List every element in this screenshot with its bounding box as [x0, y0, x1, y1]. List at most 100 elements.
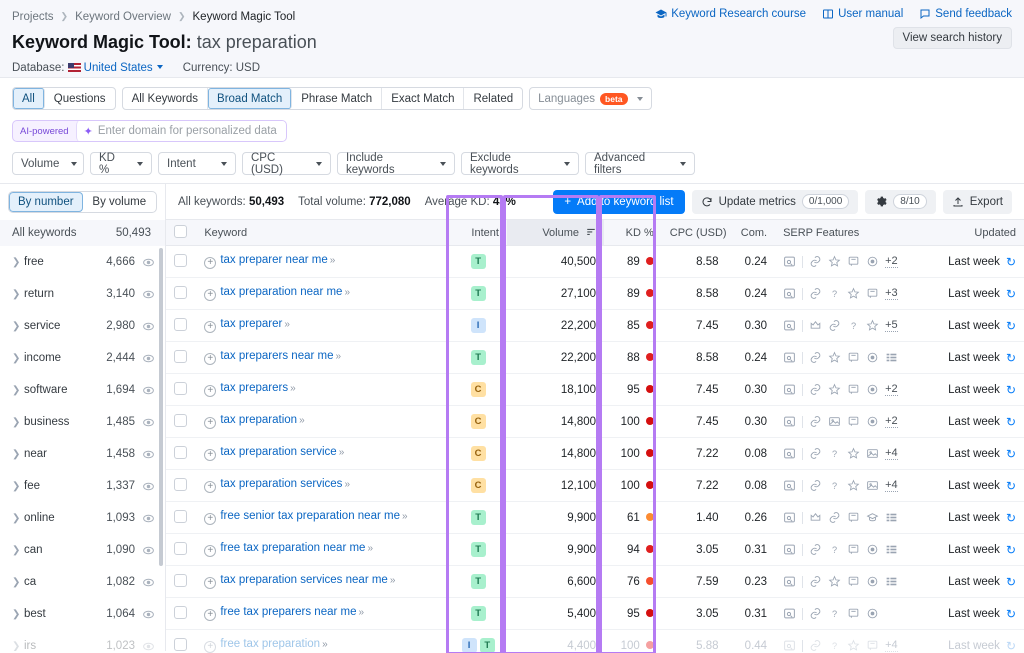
keyword-link[interactable]: tax preparation service	[220, 446, 336, 458]
column-updated[interactable]: Updated	[921, 219, 1024, 246]
eye-icon[interactable]	[142, 320, 155, 333]
star-icon[interactable]	[847, 287, 860, 300]
open-keyword-icon[interactable]: »	[290, 383, 296, 394]
row-checkbox[interactable]	[174, 381, 187, 395]
row-checkbox[interactable]	[174, 317, 187, 331]
filter-cpc[interactable]: CPC (USD)	[242, 152, 331, 176]
star-icon[interactable]	[828, 383, 841, 396]
sidebar-item-best[interactable]: ❯ best 1,064	[0, 598, 165, 630]
intent-badge-T[interactable]: T	[479, 638, 495, 653]
table-row[interactable]: + free tax preparers near me» T 5,400 95 3.05…	[166, 597, 1024, 630]
sidebar-item-software[interactable]: ❯ software 1,694	[0, 374, 165, 406]
row-checkbox[interactable]	[174, 541, 187, 555]
eye-icon[interactable]	[142, 544, 155, 557]
review-icon[interactable]	[847, 415, 860, 428]
link-icon[interactable]	[828, 511, 841, 524]
link-icon[interactable]	[809, 415, 822, 428]
database-selector[interactable]: Database: United States	[12, 62, 163, 74]
column-settings-button[interactable]: 8/10	[865, 189, 936, 214]
local-pack-icon[interactable]	[866, 575, 879, 588]
intent-badge-C[interactable]: C	[470, 382, 486, 397]
breadcrumb-item-keyword-overview[interactable]: Keyword Overview	[75, 11, 171, 23]
row-refresh-icon[interactable]: ↻	[1006, 607, 1016, 621]
languages-dropdown[interactable]: Languages beta	[529, 87, 652, 110]
add-keyword-icon[interactable]: +	[204, 417, 217, 429]
intent-badge-T[interactable]: T	[470, 542, 486, 557]
row-refresh-icon[interactable]: ↻	[1006, 575, 1016, 589]
row-checkbox[interactable]	[174, 285, 187, 299]
eye-icon[interactable]	[142, 384, 155, 397]
review-icon[interactable]	[866, 287, 879, 300]
star-icon[interactable]	[828, 575, 841, 588]
sidebar-item-income[interactable]: ❯ income 2,444	[0, 342, 165, 374]
list-icon[interactable]	[885, 575, 898, 588]
eye-icon[interactable]	[142, 512, 155, 525]
local-pack-icon[interactable]	[866, 255, 879, 268]
filter-chip-phrase-match[interactable]: Phrase Match	[292, 88, 383, 109]
filter-exclude-keywords[interactable]: Exclude keywords	[461, 152, 579, 176]
add-keyword-icon[interactable]: +	[204, 385, 217, 397]
link-icon[interactable]	[828, 319, 841, 332]
link-icon[interactable]	[809, 383, 822, 396]
view-search-history-button[interactable]: View search history	[892, 27, 1012, 49]
table-row[interactable]: + free senior tax preparation near me» T 9,…	[166, 501, 1024, 534]
open-keyword-icon[interactable]: »	[322, 639, 328, 650]
intent-badge-T[interactable]: T	[470, 606, 486, 621]
local-pack-icon[interactable]	[866, 607, 879, 620]
link-icon[interactable]	[809, 255, 822, 268]
open-keyword-icon[interactable]: »	[339, 447, 345, 458]
search-preview-icon[interactable]	[783, 575, 796, 588]
update-metrics-button[interactable]: Update metrics 0/1,000	[691, 189, 859, 214]
row-refresh-icon[interactable]: ↻	[1006, 319, 1016, 333]
sidebar-item-free[interactable]: ❯ free 4,666	[0, 246, 165, 278]
open-keyword-icon[interactable]: »	[390, 575, 396, 586]
sidebar-item-service[interactable]: ❯ service 2,980	[0, 310, 165, 342]
breadcrumb-item-keyword-magic-tool[interactable]: Keyword Magic Tool	[193, 11, 296, 23]
intent-badge-I[interactable]: I	[461, 638, 477, 653]
column-kd[interactable]: KD %	[604, 219, 662, 246]
review-icon[interactable]	[866, 639, 879, 652]
filter-chip-all[interactable]: All	[13, 88, 45, 109]
link-icon[interactable]	[809, 287, 822, 300]
table-row[interactable]: + free tax preparation» I T 4,400 100 5.88 0.4…	[166, 630, 1024, 653]
database-value[interactable]: United States	[84, 62, 153, 74]
link-icon[interactable]	[809, 351, 822, 364]
filter-intent[interactable]: Intent	[158, 152, 236, 175]
search-preview-icon[interactable]	[783, 415, 796, 428]
star-icon[interactable]	[847, 639, 860, 652]
eye-icon[interactable]	[142, 416, 155, 429]
open-keyword-icon[interactable]: »	[330, 255, 336, 266]
search-preview-icon[interactable]	[783, 383, 796, 396]
filter-chip-exact-match[interactable]: Exact Match	[382, 88, 465, 109]
column-com[interactable]: Com.	[726, 219, 776, 246]
image-icon[interactable]	[866, 447, 879, 460]
add-keyword-icon[interactable]: +	[204, 481, 217, 493]
column-keyword[interactable]: Keyword	[196, 219, 450, 246]
filter-chip-questions[interactable]: Questions	[45, 88, 115, 109]
faq-icon[interactable]: ?	[828, 639, 841, 652]
table-row[interactable]: + tax preparer» I 22,200 85 7.45 0.30? +5 Last w…	[166, 309, 1024, 342]
row-checkbox[interactable]	[174, 349, 187, 363]
keyword-link[interactable]: tax preparers	[220, 382, 288, 394]
add-keyword-icon[interactable]: +	[204, 289, 217, 301]
local-pack-icon[interactable]	[866, 415, 879, 428]
table-row[interactable]: + free tax preparation near me» T 9,900 94 3.…	[166, 533, 1024, 566]
featured-snippet-icon[interactable]	[809, 511, 822, 524]
serp-more-count[interactable]: +2	[885, 383, 898, 396]
search-preview-icon[interactable]	[783, 351, 796, 364]
add-keyword-icon[interactable]: +	[204, 257, 217, 269]
open-keyword-icon[interactable]: »	[344, 479, 350, 490]
keyword-link[interactable]: free tax preparers near me	[220, 606, 356, 618]
search-preview-icon[interactable]	[783, 607, 796, 620]
filter-include-keywords[interactable]: Include keywords	[337, 152, 455, 176]
link-icon[interactable]	[809, 639, 822, 652]
faq-icon[interactable]: ?	[828, 607, 841, 620]
review-icon[interactable]	[847, 351, 860, 364]
intent-badge-C[interactable]: C	[470, 446, 486, 461]
open-keyword-icon[interactable]: »	[299, 415, 305, 426]
review-icon[interactable]	[847, 383, 860, 396]
intent-badge-T[interactable]: T	[470, 286, 486, 301]
keyword-link[interactable]: tax preparer	[220, 318, 282, 330]
add-keyword-icon[interactable]: +	[204, 513, 217, 525]
add-keyword-icon[interactable]: +	[204, 577, 217, 589]
